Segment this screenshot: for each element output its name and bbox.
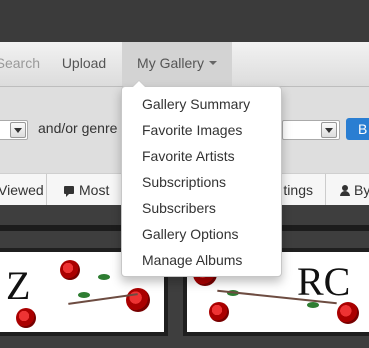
menu-item-gallery-summary[interactable]: Gallery Summary <box>122 91 281 117</box>
leaf-image <box>78 292 90 298</box>
sort-ratings-label: tings <box>283 182 313 198</box>
leaf-image <box>307 302 319 308</box>
user-icon <box>340 184 350 196</box>
rose-image <box>126 288 150 312</box>
browse-button[interactable]: B <box>346 118 369 140</box>
main-navbar: Search Upload My Gallery <box>0 42 369 87</box>
menu-item-subscriptions[interactable]: Subscriptions <box>122 169 281 195</box>
sort-by-user[interactable]: By <box>328 174 369 206</box>
top-dark-band <box>0 0 369 42</box>
my-gallery-dropdown: Gallery Summary Favorite Images Favorite… <box>121 80 282 277</box>
nav-upload-link[interactable]: Upload <box>48 42 120 86</box>
sort-most-comments[interactable]: Most C <box>54 174 124 230</box>
sort-most-viewed[interactable]: Viewed <box>0 174 47 206</box>
menu-item-favorite-artists[interactable]: Favorite Artists <box>122 143 281 169</box>
select-arrow-icon <box>321 122 337 138</box>
rose-image <box>60 260 80 280</box>
category-select[interactable] <box>0 120 28 140</box>
menu-item-gallery-options[interactable]: Gallery Options <box>122 221 281 247</box>
menu-item-subscribers[interactable]: Subscribers <box>122 195 281 221</box>
select-arrow-icon <box>10 122 26 138</box>
rose-image <box>337 302 359 324</box>
leaf-image <box>98 274 110 280</box>
menu-item-favorite-images[interactable]: Favorite Images <box>122 117 281 143</box>
nav-search-label: Search <box>0 55 40 71</box>
rose-image <box>209 302 229 322</box>
comment-icon <box>64 186 74 198</box>
menu-item-manage-albums[interactable]: Manage Albums <box>122 247 281 273</box>
genre-select[interactable] <box>282 120 340 140</box>
chevron-down-icon <box>208 61 217 66</box>
sort-viewed-label: Viewed <box>0 182 44 198</box>
sort-by-label: By <box>354 182 369 198</box>
genre-label: and/or genre <box>38 120 118 136</box>
nav-my-gallery-label: My Gallery <box>137 55 204 71</box>
rose-image <box>16 308 36 328</box>
thumbnail-text: Z <box>6 263 31 308</box>
nav-search-link[interactable]: Search <box>0 42 40 86</box>
